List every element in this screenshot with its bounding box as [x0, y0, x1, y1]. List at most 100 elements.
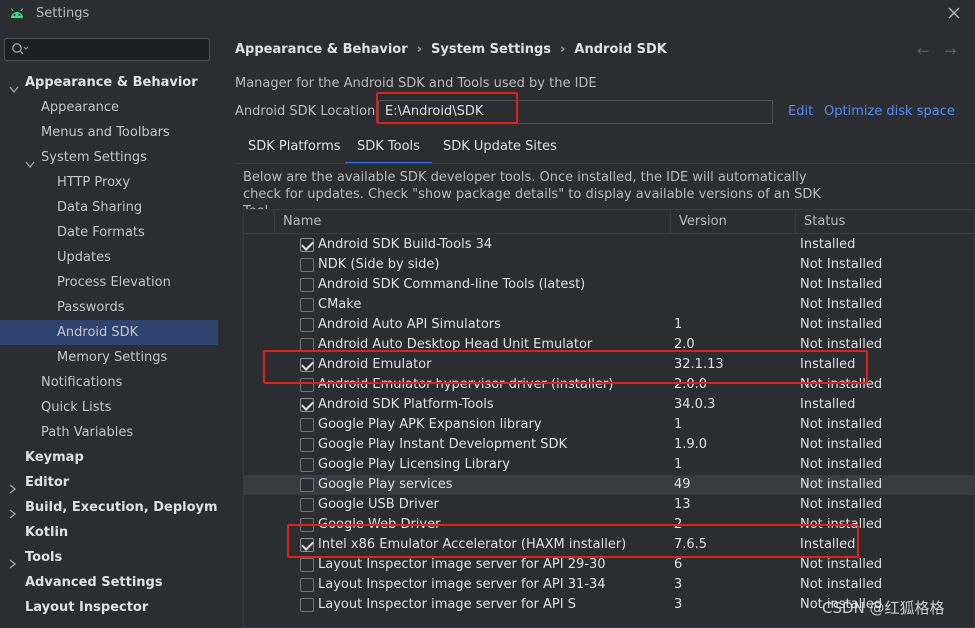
sidebar-item-label: Menus and Toolbars — [41, 125, 170, 140]
sidebar-item-label: Advanced Settings — [25, 575, 163, 590]
edit-link[interactable]: Edit — [788, 104, 813, 119]
cell-status: Installed — [800, 397, 856, 412]
table-row[interactable]: Android SDK Build-Tools 34 Installed — [244, 235, 974, 255]
table-row[interactable]: Layout Inspector image server for API 29… — [244, 555, 974, 575]
sidebar-item[interactable]: Date Formats — [0, 220, 218, 245]
column-header-name[interactable]: Name — [274, 210, 674, 234]
row-checkbox[interactable] — [300, 398, 314, 412]
sidebar-item[interactable]: System Settings — [0, 145, 218, 170]
search-input[interactable] — [4, 38, 210, 61]
sidebar-item[interactable]: Quick Lists — [0, 395, 218, 420]
cell-name: Android Auto API Simulators — [318, 317, 501, 332]
row-checkbox[interactable] — [300, 258, 314, 272]
cell-status: Not Installed — [800, 297, 883, 312]
sidebar-item-label: Process Elevation — [57, 275, 171, 290]
sidebar-item[interactable]: HTTP Proxy — [0, 170, 218, 195]
sidebar-item[interactable]: Memory Settings — [0, 345, 218, 370]
sidebar-item[interactable]: Data Sharing — [0, 195, 218, 220]
table-row[interactable]: NDK (Side by side) Not Installed — [244, 255, 974, 275]
close-icon[interactable] — [946, 5, 962, 21]
table-row[interactable]: Layout Inspector image server for API 31… — [244, 575, 974, 595]
table-row[interactable]: Android SDK Platform-Tools 34.0.3 Installe… — [244, 395, 974, 415]
optimize-disk-space-link[interactable]: Optimize disk space — [824, 104, 955, 119]
sidebar-item-label: Notifications — [41, 375, 123, 390]
table-row[interactable]: Google USB Driver 13 Not installed — [244, 495, 974, 515]
tab-sdk-update-sites[interactable]: SDK Update Sites — [431, 132, 569, 164]
row-checkbox[interactable] — [300, 598, 314, 612]
cell-status: Not Installed — [800, 277, 883, 292]
sidebar-item[interactable]: Menus and Toolbars — [0, 120, 218, 145]
sidebar-item[interactable]: Appearance — [0, 95, 218, 120]
sidebar-item-label: Appearance & Behavior — [25, 75, 198, 90]
sidebar-item[interactable]: Keymap — [0, 445, 218, 470]
table-row[interactable]: Google Play services 49 Not installed — [244, 475, 974, 495]
row-checkbox[interactable] — [300, 438, 314, 452]
table-row[interactable]: Android SDK Command-line Tools (latest) N… — [244, 275, 974, 295]
breadcrumb-item[interactable]: System Settings — [431, 42, 551, 57]
cell-name: Android SDK Command-line Tools (latest) — [318, 277, 586, 292]
sidebar-item[interactable]: Editor — [0, 470, 218, 495]
cell-status: Not installed — [800, 437, 883, 452]
table-row[interactable]: Google Play Instant Development SDK 1.9.0… — [244, 435, 974, 455]
cell-name: Layout Inspector image server for API S — [318, 597, 576, 612]
column-header-status[interactable]: Status — [795, 210, 974, 234]
breadcrumb-item: Android SDK — [574, 42, 667, 57]
row-checkbox[interactable] — [300, 458, 314, 472]
cell-name: Layout Inspector image server for API 31… — [318, 577, 606, 592]
sidebar-item-label: Android SDK — [57, 325, 139, 340]
cell-status: Not installed — [800, 577, 883, 592]
cell-status: Not installed — [800, 477, 883, 492]
row-checkbox[interactable] — [300, 558, 314, 572]
sidebar-item-label: Tools — [25, 550, 63, 565]
android-icon — [10, 7, 24, 23]
sidebar-item-label: Editor — [25, 475, 70, 490]
chevron-right-icon: › — [416, 42, 422, 57]
sidebar-item-label: Data Sharing — [57, 200, 143, 215]
settings-sidebar: Appearance & Behavior Appearance Menus and… — [0, 28, 242, 628]
sidebar-item[interactable]: Notifications — [0, 370, 218, 395]
sidebar-item[interactable]: Updates — [0, 245, 218, 270]
sidebar-item[interactable]: Layout Inspector — [0, 595, 218, 620]
row-checkbox[interactable] — [300, 478, 314, 492]
row-checkbox[interactable] — [300, 578, 314, 592]
sidebar-item[interactable]: Passwords — [0, 295, 218, 320]
breadcrumb-item[interactable]: Appearance & Behavior — [235, 42, 408, 57]
sidebar-item-label: Date Formats — [57, 225, 145, 240]
row-checkbox[interactable] — [300, 418, 314, 432]
sidebar-item[interactable]: Advanced Settings — [0, 570, 218, 595]
sidebar-item[interactable]: Android SDK — [0, 320, 218, 345]
sidebar-item-label: Memory Settings — [57, 350, 168, 365]
table-row[interactable]: Google Play Licensing Library 1 Not instal… — [244, 455, 974, 475]
sidebar-item[interactable]: Process Elevation — [0, 270, 218, 295]
sidebar-item-label: Keymap — [25, 450, 84, 465]
row-checkbox[interactable] — [300, 318, 314, 332]
cell-version: 3 — [674, 577, 683, 592]
sidebar-item[interactable]: Appearance & Behavior — [0, 70, 218, 95]
sidebar-item[interactable]: Kotlin — [0, 520, 218, 545]
row-checkbox[interactable] — [300, 498, 314, 512]
row-checkbox[interactable] — [300, 298, 314, 312]
table-row[interactable]: CMake Not Installed — [244, 295, 974, 315]
window-title: Settings — [36, 6, 90, 21]
cell-name: Android SDK Build-Tools 34 — [318, 237, 493, 252]
row-checkbox[interactable] — [300, 238, 314, 252]
sidebar-item[interactable]: Tools — [0, 545, 218, 570]
cell-name: Google Play services — [318, 477, 453, 492]
cell-version: 1 — [674, 417, 683, 432]
tab-sdk-platforms[interactable]: SDK Platforms — [236, 132, 353, 164]
row-checkbox[interactable] — [300, 278, 314, 292]
back-arrow-icon[interactable]: ← — [917, 42, 930, 60]
cell-version: 1 — [674, 317, 683, 332]
forward-arrow-icon[interactable]: → — [944, 42, 957, 60]
table-row[interactable]: Google Play APK Expansion library 1 Not in… — [244, 415, 974, 435]
table-row[interactable]: Android Auto API Simulators 1 Not installe… — [244, 315, 974, 335]
tab-sdk-tools[interactable]: SDK Tools — [345, 132, 432, 164]
cell-name: CMake — [318, 297, 362, 312]
cell-version: 6 — [674, 557, 683, 572]
cell-name: Layout Inspector image server for API 29… — [318, 557, 606, 572]
sidebar-item[interactable]: Path Variables — [0, 420, 218, 445]
sidebar-item-label: Layout Inspector — [25, 600, 149, 615]
sidebar-item-label: System Settings — [41, 150, 147, 165]
column-header-version[interactable]: Version — [670, 210, 795, 234]
sidebar-item[interactable]: Build, Execution, Deployment — [0, 495, 242, 520]
